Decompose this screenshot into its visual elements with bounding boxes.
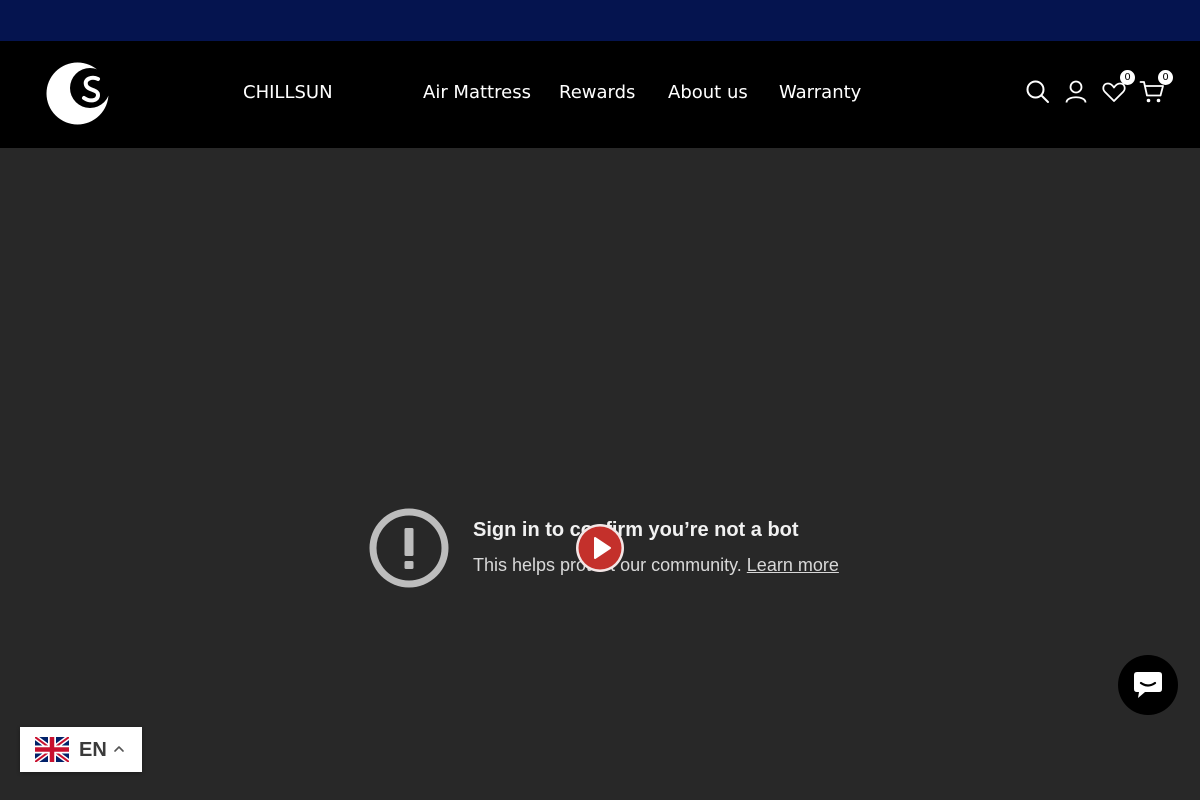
cart-count-badge: 0 (1158, 70, 1173, 85)
uk-flag-icon (35, 737, 69, 762)
logo-icon (46, 62, 109, 125)
play-icon (576, 524, 624, 572)
alert-icon (369, 508, 449, 588)
nav-rewards[interactable]: Rewards (559, 82, 635, 104)
wishlist-button[interactable]: 0 (1101, 70, 1135, 105)
account-button[interactable] (1063, 79, 1089, 105)
bot-check-title: Sign in to confirm you’re not a bot (473, 519, 799, 541)
site-header: CHILLSUN Air Mattress Rewards About us W… (0, 41, 1200, 148)
announcement-bar (0, 0, 1200, 41)
chat-button[interactable] (1118, 655, 1178, 715)
user-icon (1065, 80, 1087, 103)
nav-about-us[interactable]: About us (668, 82, 748, 104)
search-icon (1026, 80, 1049, 103)
nav-brand-chillsun[interactable]: CHILLSUN (243, 82, 333, 104)
cart-button[interactable]: 0 (1139, 70, 1173, 105)
search-button[interactable] (1025, 79, 1051, 105)
brand-logo[interactable] (46, 62, 109, 125)
play-button[interactable] (575, 523, 625, 573)
chevron-up-icon (113, 743, 125, 755)
language-switcher[interactable]: EN (20, 727, 142, 772)
video-embed[interactable]: Sign in to confirm you’re not a bot This… (0, 148, 1200, 800)
chat-icon (1134, 672, 1162, 698)
bot-check-subtitle: This helps protect our community. Learn … (473, 554, 839, 576)
wishlist-count-badge: 0 (1120, 70, 1135, 85)
learn-more-link[interactable]: Learn more (747, 555, 839, 575)
nav-warranty[interactable]: Warranty (779, 82, 861, 104)
language-code: EN (79, 739, 107, 761)
nav-air-mattress[interactable]: Air Mattress (423, 82, 531, 104)
